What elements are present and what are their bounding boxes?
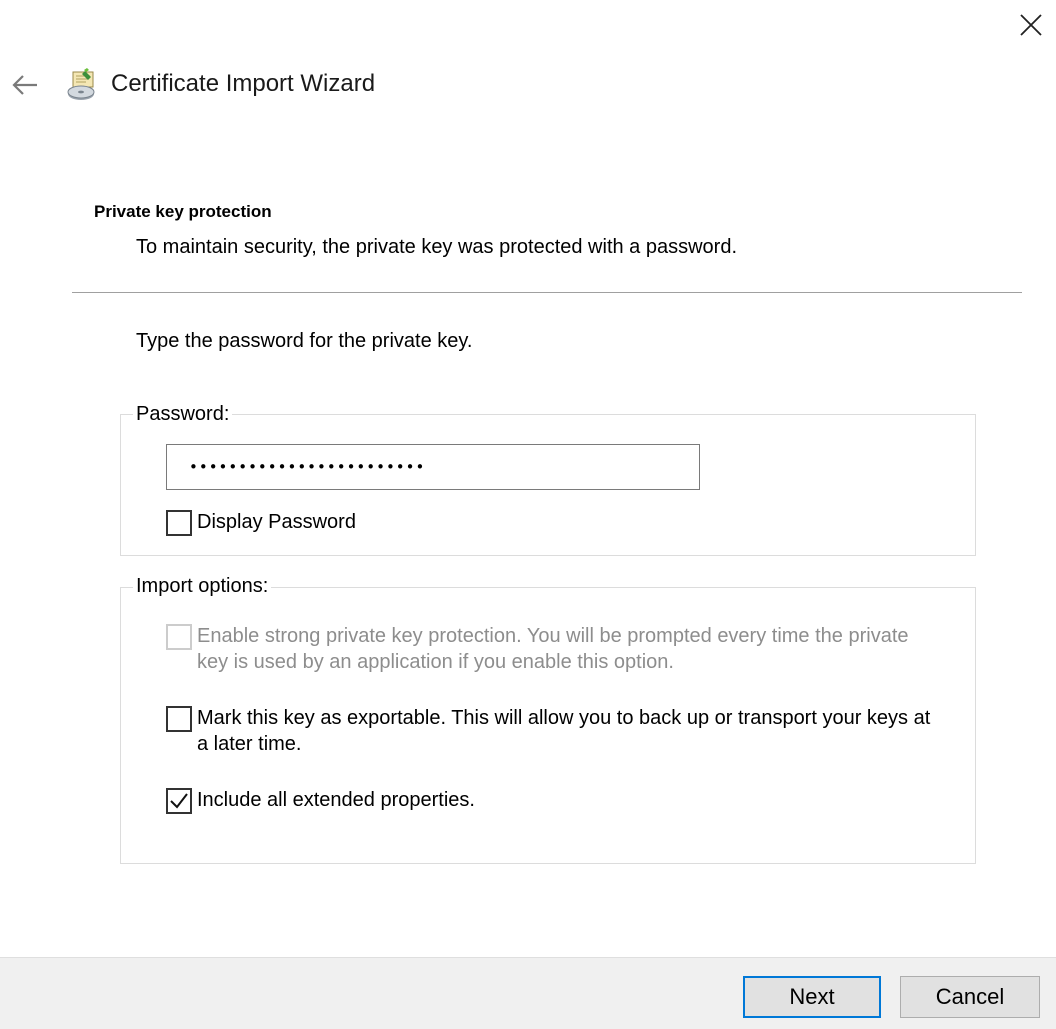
back-arrow-icon	[12, 75, 37, 95]
exportable-label[interactable]: Mark this key as exportable. This will a…	[197, 705, 937, 757]
password-prompt: Type the password for the private key.	[136, 330, 473, 352]
display-password-checkbox[interactable]	[166, 510, 192, 536]
next-button[interactable]: Next	[743, 976, 881, 1018]
exportable-checkbox[interactable]	[166, 706, 192, 732]
section-heading: Private key protection	[94, 202, 272, 221]
password-field[interactable]	[166, 444, 700, 490]
display-password-label[interactable]: Display Password	[197, 509, 356, 535]
cancel-button[interactable]: Cancel	[900, 976, 1040, 1018]
header-divider	[72, 292, 1022, 293]
password-group-legend: Password:	[133, 403, 233, 426]
section-description: To maintain security, the private key wa…	[136, 236, 738, 258]
certificate-wizard-icon	[64, 66, 102, 104]
strong-protection-label: Enable strong private key protection. Yo…	[197, 625, 909, 673]
footer-bar	[0, 957, 1056, 1029]
wizard-title: Certificate Import Wizard	[111, 70, 376, 97]
import-options-legend: Import options:	[133, 575, 272, 598]
checkmark-icon	[170, 793, 188, 809]
close-button[interactable]	[1008, 4, 1054, 46]
close-icon	[1020, 14, 1042, 36]
extended-properties-label[interactable]: Include all extended properties.	[197, 787, 475, 813]
extended-properties-checkbox[interactable]	[166, 788, 192, 814]
back-button[interactable]	[4, 62, 46, 108]
strong-protection-checkbox	[166, 624, 192, 650]
